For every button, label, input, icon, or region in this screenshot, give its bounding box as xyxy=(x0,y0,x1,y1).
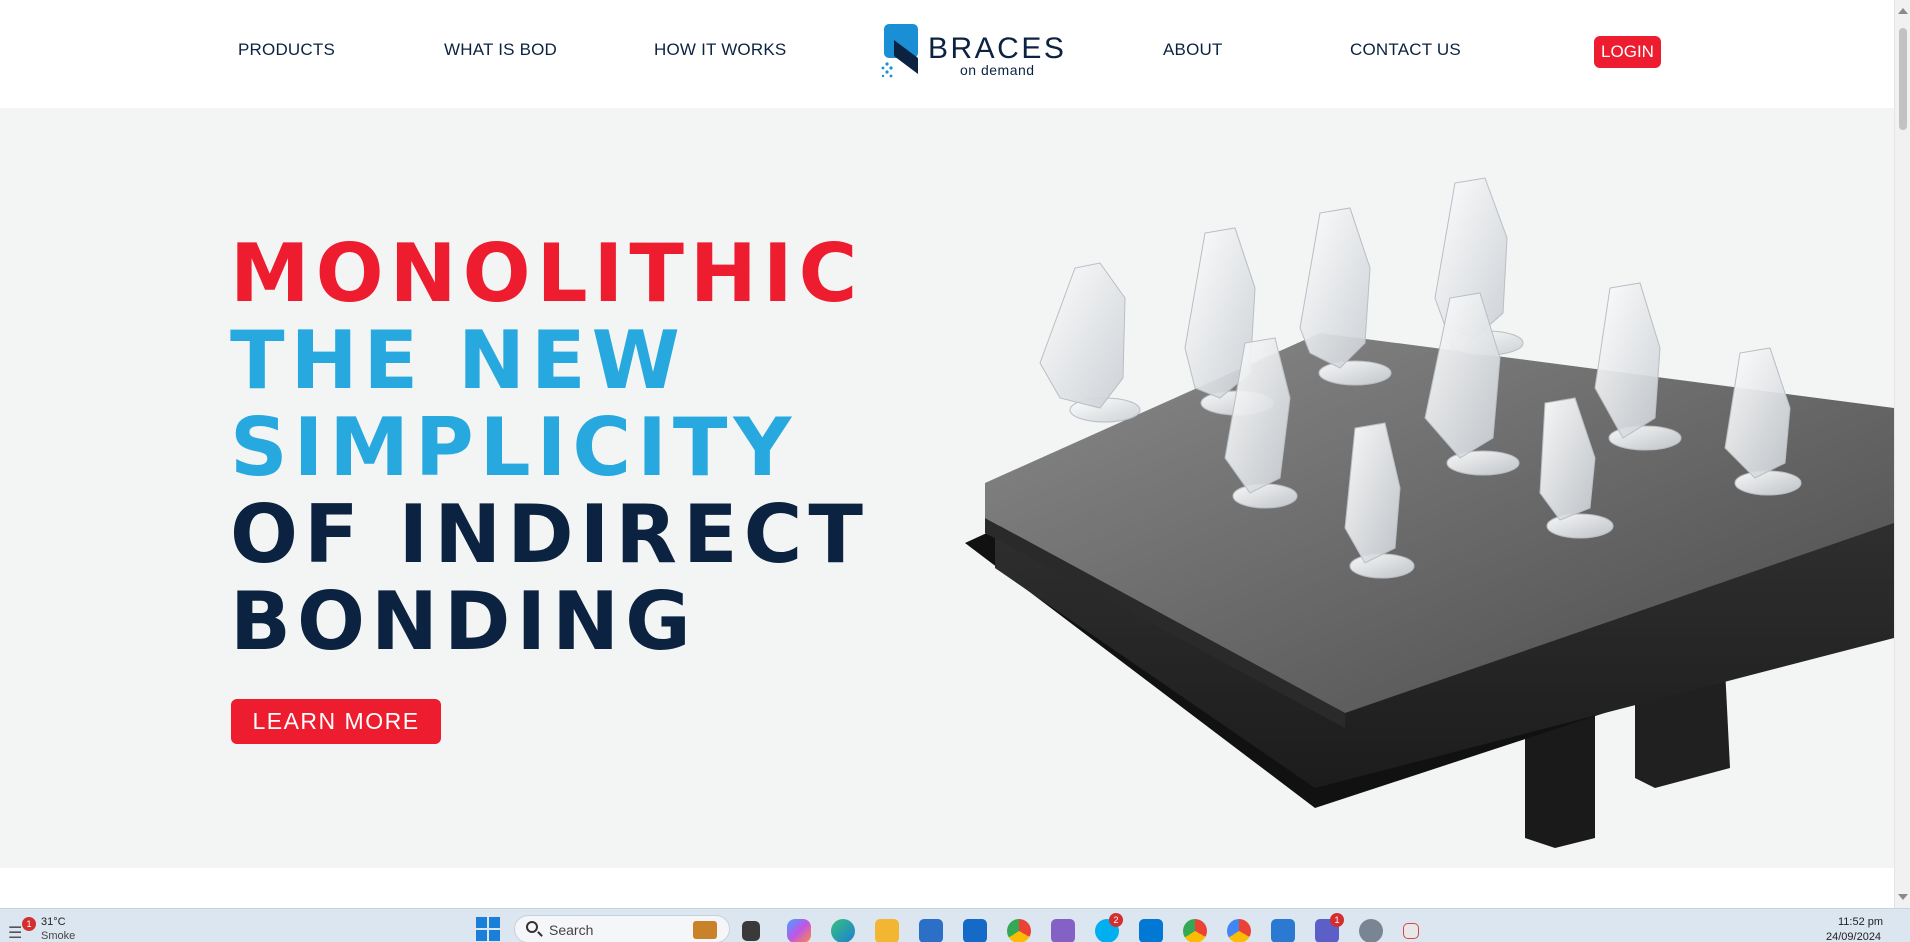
learn-more-button[interactable]: LEARN MORE xyxy=(231,699,441,744)
notepad-icon[interactable] xyxy=(1271,919,1295,942)
search-placeholder: Search xyxy=(549,922,594,938)
scroll-up-arrow-icon[interactable] xyxy=(1898,8,1908,14)
windows-start-icon[interactable] xyxy=(476,917,500,941)
headline-line-1: MONOLITHIC xyxy=(230,227,864,320)
logo-mark-icon xyxy=(881,24,918,78)
site-header: PRODUCTS WHAT IS BOD HOW IT WORKS BRACES… xyxy=(0,0,1894,108)
headline-line-2: THE NEW xyxy=(230,314,686,407)
snipping-tool-icon[interactable] xyxy=(1403,923,1419,939)
teams-badge: 1 xyxy=(1330,913,1344,927)
search-icon xyxy=(526,921,538,933)
logo-wordmark: BRACES xyxy=(928,32,1067,65)
file-explorer-icon[interactable] xyxy=(875,919,899,942)
nav-how-it-works[interactable]: HOW IT WORKS xyxy=(654,40,786,60)
nav-contact-us[interactable]: CONTACT US xyxy=(1350,40,1461,60)
chrome-beta-icon[interactable] xyxy=(1183,919,1207,942)
weather-widget[interactable]: ☰ 1 31°C Smoke xyxy=(8,915,98,942)
headline-line-3: SIMPLICITY xyxy=(230,401,798,494)
nav-what-is-bod[interactable]: WHAT IS BOD xyxy=(444,40,557,60)
headline-line-5: BONDING xyxy=(230,575,697,668)
nav-about[interactable]: ABOUT xyxy=(1163,40,1223,60)
briefcase-icon xyxy=(693,921,717,939)
taskbar-search[interactable]: Search xyxy=(514,915,730,942)
content-below-hero xyxy=(0,868,1894,908)
weather-icon: ☰ xyxy=(8,925,23,942)
clock-date[interactable]: 24/09/2024 xyxy=(1826,931,1881,942)
scroll-down-arrow-icon[interactable] xyxy=(1898,894,1908,900)
nav-products[interactable]: PRODUCTS xyxy=(238,40,335,60)
headline-line-4: OF INDIRECT xyxy=(230,488,869,581)
weather-condition: Smoke xyxy=(41,930,76,942)
hero-section: MONOLITHIC THE NEW SIMPLICITY OF INDIREC… xyxy=(0,108,1894,868)
login-button[interactable]: LOGIN xyxy=(1594,36,1661,68)
settings-icon[interactable] xyxy=(1359,919,1383,942)
hero-headline: MONOLITHIC THE NEW SIMPLICITY OF INDIREC… xyxy=(230,230,869,665)
vscode-icon[interactable] xyxy=(1139,919,1163,942)
chrome-dev-icon[interactable] xyxy=(1227,919,1251,942)
weather-badge: 1 xyxy=(22,917,36,931)
product-image xyxy=(965,177,1894,848)
scroll-thumb[interactable] xyxy=(1899,28,1907,130)
weather-temperature: 31°C xyxy=(41,916,66,928)
edge-icon[interactable] xyxy=(831,919,855,942)
skype-badge: 2 xyxy=(1109,913,1123,927)
clock-time[interactable]: 11:52 pm xyxy=(1838,916,1883,928)
copilot-icon[interactable] xyxy=(787,919,811,942)
store-icon[interactable] xyxy=(919,919,943,942)
page-scrollbar[interactable] xyxy=(1894,0,1910,908)
chrome-icon[interactable] xyxy=(1007,919,1031,942)
logo-tagline: on demand xyxy=(960,62,1035,78)
braces-on-demand-logo[interactable]: BRACES on demand xyxy=(880,22,1064,80)
task-view-icon[interactable] xyxy=(742,921,760,941)
windows-taskbar: ☰ 1 31°C Smoke Search 2 1 11:52 pm 24/09… xyxy=(0,908,1910,942)
visual-studio-icon[interactable] xyxy=(1051,919,1075,942)
outlook-icon[interactable] xyxy=(963,919,987,942)
